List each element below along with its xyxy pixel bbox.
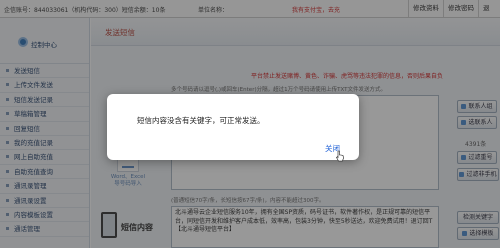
dialog-message: 短信内容没含有关键字，可正常发送。 [137,116,265,125]
alert-dialog: 短信内容没含有关键字，可正常发送。 关闭 [107,94,359,160]
hand-cursor-icon [336,150,344,162]
